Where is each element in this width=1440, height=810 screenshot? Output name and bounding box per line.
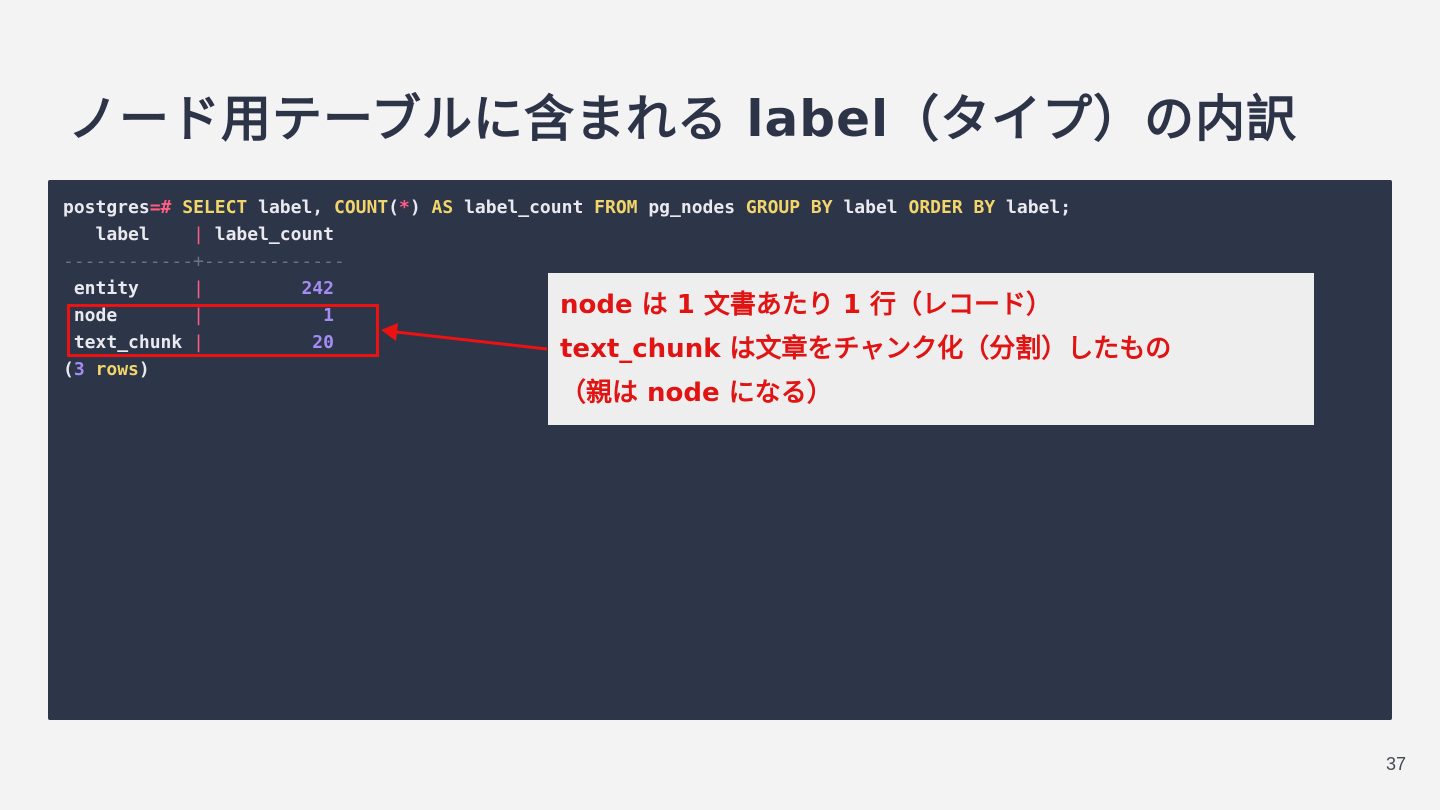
- result-header: label | label_count: [63, 221, 334, 248]
- table-row: entity | 242: [63, 275, 334, 302]
- table-row: node | 1: [63, 302, 334, 329]
- select-column: label,: [258, 197, 324, 218]
- psql-terminal[interactable]: postgres=# SELECT label, COUNT(*) AS lab…: [48, 180, 1392, 720]
- header-label-count: label_count: [214, 224, 334, 245]
- annotation-callout: node は 1 文書あたり 1 行（レコード） text_chunk は文章を…: [548, 273, 1314, 425]
- row-label: text_chunk: [73, 332, 183, 353]
- kw-select: SELECT: [182, 197, 248, 218]
- row-count: 1: [323, 305, 334, 326]
- callout-line-3: （親は node になる）: [560, 378, 833, 408]
- row-count-footer: (3 rows): [63, 356, 150, 383]
- footer-close: ): [138, 359, 150, 380]
- prompt-db: postgres: [63, 197, 150, 218]
- paren-open: (: [388, 197, 400, 218]
- footer-open: (: [63, 359, 74, 380]
- column-separator: |: [193, 278, 204, 299]
- row-label: entity: [73, 278, 139, 299]
- kw-group-by: BY: [810, 197, 833, 218]
- alias: label_count: [464, 197, 584, 218]
- footer-word: rows: [95, 359, 139, 380]
- divider-left: ------------: [63, 251, 194, 272]
- page-number: 37: [1385, 754, 1406, 774]
- row-label: node: [73, 305, 118, 326]
- table-name: pg_nodes: [648, 197, 736, 218]
- kw-from: FROM: [594, 197, 638, 218]
- paren-close: ): [409, 197, 421, 218]
- callout-line-1: node は 1 文書あたり 1 行（レコード）: [560, 290, 1053, 320]
- slide-title: ノード用テーブルに含まれる label（タイプ）の内訳: [68, 90, 1298, 148]
- header-label: label: [95, 224, 150, 245]
- result-divider: ------------+-------------: [63, 248, 345, 275]
- column-separator: |: [193, 224, 204, 245]
- order-column: label;: [1006, 197, 1072, 218]
- callout-line-2: text_chunk は文章をチャンク化（分割）したもの: [560, 334, 1172, 364]
- column-separator: |: [193, 305, 204, 326]
- kw-order: ORDER: [908, 197, 963, 218]
- kw-as: AS: [431, 197, 454, 218]
- footer-count: 3: [73, 359, 85, 380]
- query-line: postgres=# SELECT label, COUNT(*) AS lab…: [63, 194, 1071, 221]
- star-symbol: *: [399, 197, 410, 218]
- kw-group: GROUP: [745, 197, 801, 218]
- row-count: 20: [312, 332, 334, 353]
- row-count: 242: [301, 278, 334, 299]
- divider-right: -------------: [203, 251, 345, 272]
- divider-cross: +: [193, 251, 204, 272]
- column-separator: |: [193, 332, 204, 353]
- table-row: text_chunk | 20: [63, 329, 334, 356]
- kw-order-by: BY: [973, 197, 996, 218]
- prompt-symbol: =#: [149, 197, 172, 218]
- fn-count: COUNT: [333, 197, 389, 218]
- group-column: label: [843, 197, 898, 218]
